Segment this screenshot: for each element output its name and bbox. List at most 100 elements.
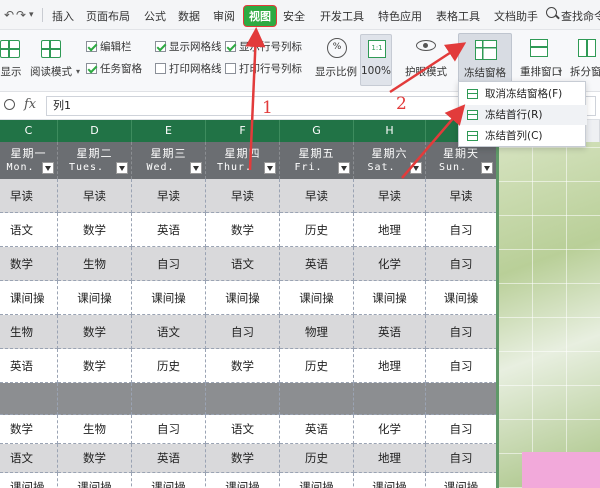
checkbox-print-headings[interactable]: 打印行号列标: [225, 61, 302, 76]
table-cell[interactable]: 课间操: [354, 473, 426, 488]
table-cell[interactable]: 自习: [426, 444, 497, 473]
fx-icon[interactable]: fx: [24, 97, 36, 112]
menu-item-freeze-first-column[interactable]: 冻结首列(C): [459, 126, 587, 146]
table-cell[interactable]: 课间操: [206, 473, 280, 488]
filter-dropdown-icon[interactable]: [338, 162, 350, 174]
table-cell[interactable]: [132, 383, 206, 415]
menu-security[interactable]: 安全: [283, 8, 305, 24]
table-cell[interactable]: 课间操: [132, 281, 206, 315]
menu-item-unfreeze[interactable]: 取消冻结窗格(F): [459, 84, 587, 104]
header-cell-wed[interactable]: 星期三 Wed.: [132, 142, 206, 179]
header-cell-thu[interactable]: 星期四 Thur.: [206, 142, 280, 179]
table-cell[interactable]: 数学: [0, 247, 58, 281]
table-cell[interactable]: 化学: [354, 415, 426, 444]
menu-data[interactable]: 数据: [178, 8, 200, 24]
table-cell[interactable]: 课间操: [206, 281, 280, 315]
table-cell[interactable]: 语文: [206, 247, 280, 281]
column-header-h[interactable]: H: [354, 120, 426, 142]
freeze-panes-button[interactable]: 冻结窗格: [458, 33, 512, 87]
table-cell[interactable]: 历史: [132, 349, 206, 383]
table-cell[interactable]: 地理: [354, 349, 426, 383]
menu-formula[interactable]: 公式: [144, 8, 166, 24]
header-cell-fri[interactable]: 星期五 Fri.: [280, 142, 354, 179]
table-cell[interactable]: 早读: [132, 179, 206, 213]
menu-developer[interactable]: 开发工具: [320, 8, 364, 24]
filter-dropdown-icon[interactable]: [42, 162, 54, 174]
table-cell[interactable]: 早读: [354, 179, 426, 213]
read-mode-button[interactable]: 阅读模式: [26, 30, 76, 92]
column-header-g[interactable]: G: [280, 120, 354, 142]
table-cell[interactable]: [354, 383, 426, 415]
table-cell[interactable]: 数学: [206, 444, 280, 473]
chevron-down-icon[interactable]: ▾: [558, 67, 562, 76]
table-cell[interactable]: 早读: [0, 179, 58, 213]
menu-insert[interactable]: 插入: [52, 8, 74, 24]
table-cell[interactable]: 英语: [354, 315, 426, 349]
table-cell[interactable]: 化学: [354, 247, 426, 281]
zoom-ratio-button[interactable]: % 显示比例: [313, 30, 359, 92]
table-cell[interactable]: 课间操: [280, 473, 354, 488]
checkbox-formula-bar[interactable]: 编辑栏: [86, 39, 132, 54]
header-cell-sat[interactable]: 星期六 Sat.: [354, 142, 426, 179]
menu-doc-assistant[interactable]: 文档助手: [494, 8, 538, 24]
table-cell[interactable]: 物理: [280, 315, 354, 349]
table-cell[interactable]: 历史: [280, 349, 354, 383]
table-cell[interactable]: 早读: [206, 179, 280, 213]
chevron-down-icon[interactable]: ▾: [76, 67, 80, 76]
table-cell[interactable]: 数学: [206, 213, 280, 247]
filter-dropdown-icon[interactable]: [410, 162, 422, 174]
column-header-e[interactable]: E: [132, 120, 206, 142]
table-cell[interactable]: [426, 383, 497, 415]
table-cell[interactable]: 早读: [280, 179, 354, 213]
menu-special-apps[interactable]: 特色应用: [378, 8, 422, 24]
table-cell[interactable]: 地理: [354, 213, 426, 247]
table-cell[interactable]: 英语: [280, 415, 354, 444]
header-cell-sun[interactable]: 星期天 Sun.: [426, 142, 497, 179]
table-cell[interactable]: 早读: [426, 179, 497, 213]
menu-item-freeze-first-row[interactable]: 冻结首行(R): [459, 105, 587, 125]
checkbox-task-pane[interactable]: 任务窗格: [86, 61, 142, 76]
zoom-icon[interactable]: [4, 99, 15, 110]
table-cell[interactable]: 自习: [426, 247, 497, 281]
table-cell[interactable]: 自习: [426, 315, 497, 349]
checkbox-show-headings[interactable]: 显示行号列标: [225, 39, 302, 54]
table-cell[interactable]: 早读: [58, 179, 132, 213]
table-cell[interactable]: 自习: [132, 247, 206, 281]
table-cell[interactable]: 课间操: [0, 281, 58, 315]
table-cell[interactable]: 自习: [426, 213, 497, 247]
table-cell[interactable]: 数学: [58, 349, 132, 383]
table-cell[interactable]: 数学: [58, 213, 132, 247]
table-cell[interactable]: 课间操: [354, 281, 426, 315]
table-cell[interactable]: 课间操: [132, 473, 206, 488]
table-cell[interactable]: 课间操: [426, 281, 497, 315]
table-cell[interactable]: 地理: [354, 444, 426, 473]
table-cell[interactable]: [206, 383, 280, 415]
table-cell[interactable]: 自习: [132, 415, 206, 444]
table-cell[interactable]: 课间操: [426, 473, 497, 488]
table-cell[interactable]: 英语: [0, 349, 58, 383]
table-cell[interactable]: 语文: [132, 315, 206, 349]
eye-mode-button[interactable]: 护眼模式: [402, 30, 450, 92]
table-cell[interactable]: 自习: [426, 349, 497, 383]
table-cell[interactable]: 数学: [58, 315, 132, 349]
redo-icon[interactable]: ↷: [16, 8, 26, 22]
table-cell[interactable]: 语文: [206, 415, 280, 444]
filter-dropdown-icon[interactable]: [116, 162, 128, 174]
table-cell[interactable]: 课间操: [58, 473, 132, 488]
table-cell[interactable]: 生物: [0, 315, 58, 349]
table-cell[interactable]: 语文: [0, 213, 58, 247]
menu-page-layout[interactable]: 页面布局: [86, 8, 130, 24]
table-cell[interactable]: 语文: [0, 444, 58, 473]
menu-review[interactable]: 审阅: [213, 8, 235, 24]
filter-dropdown-icon[interactable]: [481, 162, 493, 174]
table-cell[interactable]: 数学: [0, 415, 58, 444]
search-icon[interactable]: [546, 7, 557, 18]
table-cell[interactable]: [0, 383, 58, 415]
filter-dropdown-icon[interactable]: [190, 162, 202, 174]
search-command[interactable]: 查找命令: [561, 8, 600, 24]
table-cell[interactable]: 课间操: [58, 281, 132, 315]
column-header-c[interactable]: C: [0, 120, 58, 142]
table-cell[interactable]: [280, 383, 354, 415]
table-cell[interactable]: 英语: [280, 247, 354, 281]
table-cell[interactable]: 自习: [426, 415, 497, 444]
